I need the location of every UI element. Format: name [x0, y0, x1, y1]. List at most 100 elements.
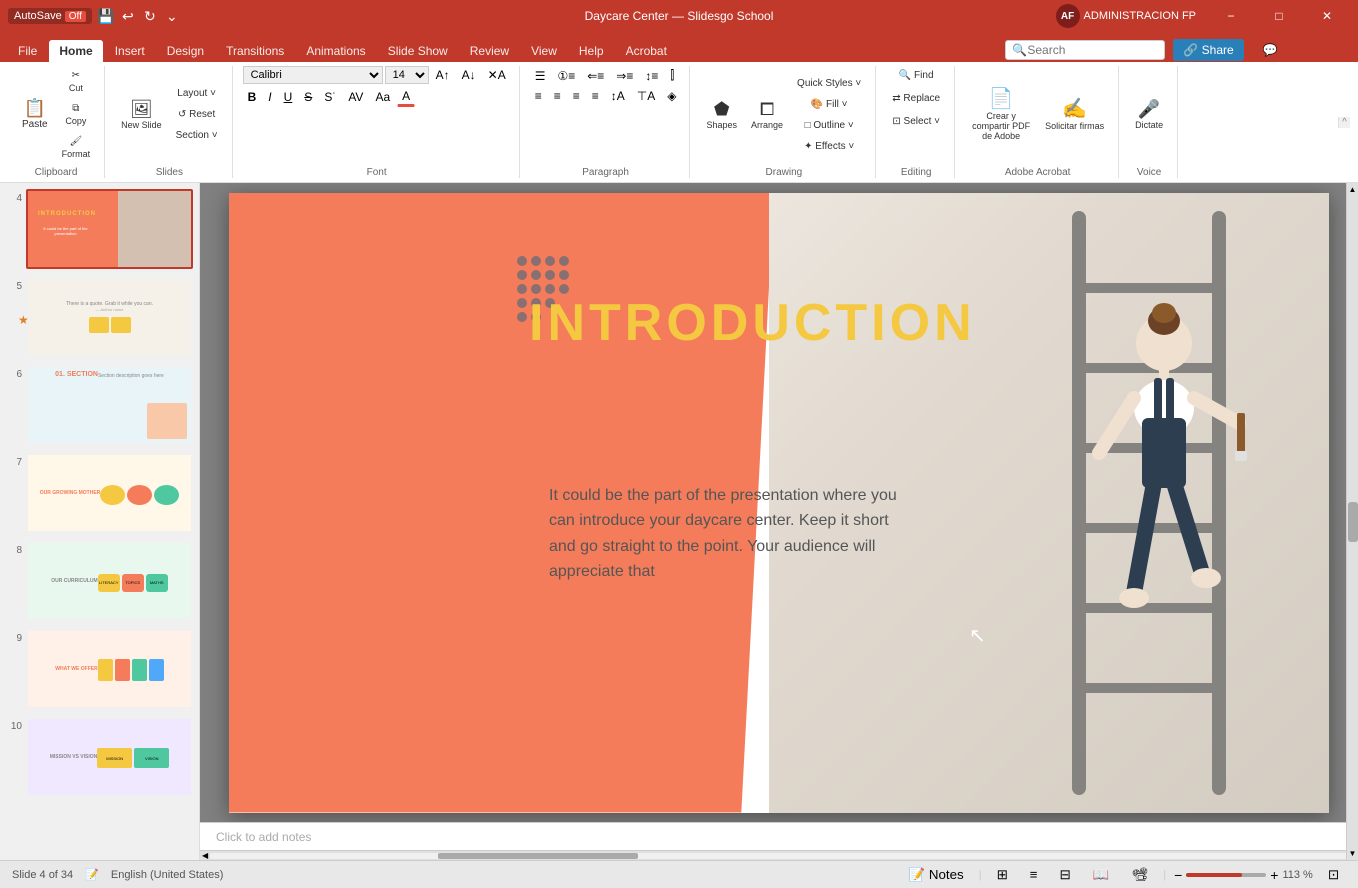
tab-acrobat[interactable]: Acrobat	[616, 40, 677, 62]
view-normal-button[interactable]: ⊞	[990, 864, 1015, 886]
clear-formatting[interactable]: ✕A	[483, 66, 511, 84]
slide-thumb-5[interactable]: 5 There is a quote. Grab it while you ca…	[4, 275, 195, 359]
scroll-left-button[interactable]: ◀	[202, 851, 208, 860]
request-signatures-button[interactable]: ✍ Solicitar firmas	[1039, 85, 1110, 145]
search-box[interactable]: 🔍	[1005, 40, 1165, 60]
slide-thumb-7[interactable]: 7 OUR GROWING MOTHER	[4, 451, 195, 535]
horizontal-scrollbar[interactable]: ◀ ▶	[200, 850, 1358, 860]
language-indicator[interactable]: English (United States)	[111, 869, 224, 881]
minimize-button[interactable]: −	[1208, 0, 1254, 32]
save-icon[interactable]: 💾	[98, 8, 114, 24]
shape-fill-button[interactable]: 🎨 Fill ˅	[791, 95, 867, 114]
align-text-button[interactable]: ⊤A	[632, 87, 660, 105]
scrollbar-thumb[interactable]	[1348, 502, 1358, 542]
slide-thumb-10[interactable]: 10 MISSION VS VISION MISSION VISION	[4, 715, 195, 799]
notes-button[interactable]: 📝 Notes	[902, 864, 971, 886]
tab-home[interactable]: Home	[49, 40, 102, 62]
h-scrollbar-thumb[interactable]	[438, 853, 638, 859]
format-painter-button[interactable]: 🖌 Format	[56, 132, 97, 163]
layout-button[interactable]: Layout ˅	[170, 84, 224, 103]
char-spacing-button[interactable]: AV	[343, 88, 368, 106]
font-name-select[interactable]: Calibri	[243, 66, 383, 84]
scroll-up-button[interactable]: ▲	[1347, 183, 1358, 196]
underline-button[interactable]: U	[279, 88, 298, 106]
undo-icon[interactable]: ↩	[120, 8, 136, 24]
columns-button[interactable]: ⫿	[665, 66, 679, 85]
cut-button[interactable]: ✂ Cut	[56, 66, 97, 97]
tab-animations[interactable]: Animations	[296, 40, 375, 62]
line-spacing-button[interactable]: ↕≡	[640, 67, 663, 85]
slide-thumb-9[interactable]: 9 WHAT WE OFFER	[4, 627, 195, 711]
autosave-button[interactable]: AutoSave Off	[8, 8, 92, 24]
arrange-button[interactable]: ⧠ Arrange	[745, 85, 789, 145]
tab-help[interactable]: Help	[569, 40, 614, 62]
tab-insert[interactable]: Insert	[105, 40, 155, 62]
slide-thumb-8[interactable]: 8 OUR CURRICULUM LITERACY TOPICS MATHS	[4, 539, 195, 623]
zoom-in-button[interactable]: +	[1270, 867, 1278, 883]
tab-slideshow[interactable]: Slide Show	[378, 40, 458, 62]
paragraph-group: ☰ ①≡ ⇐≡ ⇒≡ ↕≡ ⫿ ≡ ≡ ≡ ≡ ↕A ⊤A ◈ Paragrap…	[522, 66, 691, 178]
reset-button[interactable]: ↺ Reset	[170, 105, 224, 124]
text-shadow-button[interactable]: S˙	[319, 88, 341, 106]
font-size-increase[interactable]: A↑	[431, 66, 455, 84]
align-right-button[interactable]: ≡	[568, 87, 585, 105]
dictate-button[interactable]: 🎤 Dictate	[1129, 85, 1169, 145]
collapse-ribbon-button[interactable]: ^	[1338, 117, 1350, 128]
search-input[interactable]	[1027, 43, 1147, 57]
align-left-button[interactable]: ≡	[530, 87, 547, 105]
tab-transitions[interactable]: Transitions	[216, 40, 294, 62]
slide-title[interactable]: INTRODUCTION	[529, 293, 976, 353]
font-size-select[interactable]: 14	[385, 66, 429, 84]
italic-button[interactable]: I	[263, 88, 276, 106]
view-reading-button[interactable]: 📖	[1086, 864, 1117, 886]
tab-file[interactable]: File	[8, 40, 47, 62]
view-outline-button[interactable]: ≡	[1023, 864, 1045, 885]
text-direction-button[interactable]: ↕A	[606, 87, 630, 105]
share-button[interactable]: 🔗 Share	[1173, 39, 1243, 61]
comments-button[interactable]: 💬 Comments	[1252, 38, 1350, 62]
restore-button[interactable]: □	[1256, 0, 1302, 32]
font-size-decrease[interactable]: A↓	[457, 66, 481, 84]
create-pdf-button[interactable]: 📄 Crear y compartir PDF de Adobe	[965, 85, 1037, 145]
increase-indent-button[interactable]: ⇒≡	[611, 67, 638, 85]
copy-button[interactable]: ⧉ Copy	[56, 99, 97, 130]
numbering-button[interactable]: ①≡	[552, 67, 580, 85]
shape-effects-button[interactable]: ✦ Effects ˅	[791, 137, 867, 156]
view-slide-sorter-button[interactable]: ⊟	[1053, 864, 1078, 886]
tab-view[interactable]: View	[521, 40, 567, 62]
convert-smartart-button[interactable]: ◈	[662, 87, 681, 105]
paste-button[interactable]: 📋 Paste	[16, 85, 54, 145]
replace-button[interactable]: ⇄ Replace	[886, 89, 946, 108]
notes-placeholder[interactable]: Click to add notes	[216, 830, 311, 844]
slide-thumb-4[interactable]: 4 INTRODUCTION It could be the part of t…	[4, 187, 195, 271]
shapes-button[interactable]: ⬟ Shapes	[700, 85, 743, 145]
fit-to-window-button[interactable]: ⊡	[1321, 864, 1346, 886]
shape-outline-button[interactable]: □ Outline ˅	[791, 116, 867, 135]
scroll-down-button[interactable]: ▼	[1347, 847, 1358, 860]
spell-check-icon[interactable]: 📝	[85, 868, 99, 881]
new-slide-button[interactable]: 🖼 New Slide	[115, 85, 168, 145]
customize-qat-icon[interactable]: ⌄	[164, 8, 180, 24]
bold-button[interactable]: B	[243, 88, 262, 106]
change-case-button[interactable]: Aa	[370, 88, 395, 106]
font-color-button[interactable]: A	[397, 87, 415, 107]
quick-styles-button[interactable]: Quick Styles ˅	[791, 74, 867, 93]
justify-button[interactable]: ≡	[587, 87, 604, 105]
select-button[interactable]: ⊡ Select ˅	[886, 112, 946, 131]
slide-body-text[interactable]: It could be the part of the presentation…	[549, 483, 909, 585]
strikethrough-button[interactable]: S	[299, 88, 317, 106]
zoom-slider[interactable]	[1186, 873, 1266, 877]
tab-review[interactable]: Review	[460, 40, 519, 62]
vertical-scrollbar[interactable]: ▲ ▼	[1346, 183, 1358, 860]
align-center-button[interactable]: ≡	[549, 87, 566, 105]
find-button[interactable]: 🔍 Find	[886, 66, 946, 85]
zoom-out-button[interactable]: −	[1174, 867, 1182, 883]
slide-thumb-6[interactable]: 6 01. SECTION Section description goes h…	[4, 363, 195, 447]
redo-icon[interactable]: ↻	[142, 8, 158, 24]
decrease-indent-button[interactable]: ⇐≡	[582, 67, 609, 85]
view-presenter-button[interactable]: 📽	[1124, 864, 1155, 886]
section-button[interactable]: Section ˅	[170, 126, 224, 145]
close-button[interactable]: ✕	[1304, 0, 1350, 32]
tab-design[interactable]: Design	[157, 40, 214, 62]
bullets-button[interactable]: ☰	[530, 67, 551, 85]
